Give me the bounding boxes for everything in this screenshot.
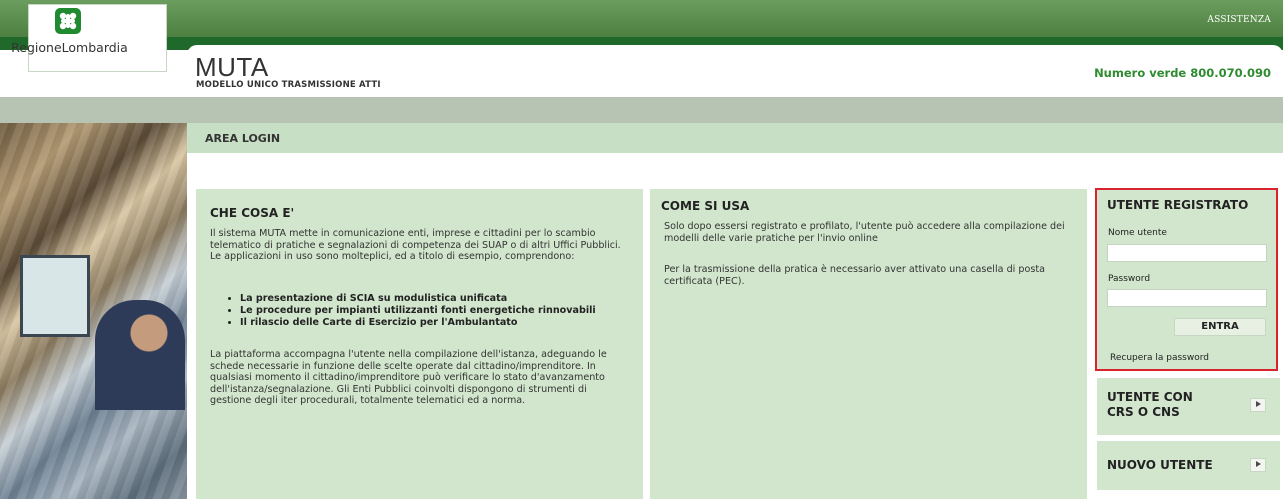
recover-password-link[interactable]: Recupera la password (1110, 353, 1209, 363)
logo-label: RegioneLombardia (11, 40, 128, 55)
area-login-title: AREA LOGIN (205, 132, 281, 145)
login-title: UTENTE REGISTRATO (1107, 198, 1249, 212)
what-is-panel: CHE COSA E' Il sistema MUTA mette in com… (196, 189, 643, 499)
what-is-title: CHE COSA E' (210, 206, 295, 220)
what-is-list: La presentazione di SCIA su modulistica … (226, 293, 650, 329)
username-label: Nome utente (1108, 228, 1167, 238)
phone-number: Numero verde 800.070.090 (1094, 66, 1271, 80)
app-title: MUTA (195, 52, 269, 82)
assistenza-link[interactable]: ASSISTENZA (1207, 15, 1271, 25)
photo-monitor (20, 255, 90, 337)
password-label: Password (1108, 274, 1151, 284)
list-item: Le procedure per impianti utilizzanti fo… (240, 305, 650, 317)
app-subtitle: MODELLO UNICO TRASMISSIONE ATTI (196, 80, 381, 90)
arrow-right-icon (1250, 398, 1266, 412)
list-item: Il rilascio delle Carte di Esercizio per… (240, 317, 650, 329)
nav-band (0, 97, 1283, 123)
how-to-text-2: Per la trasmissione della pratica è nece… (664, 264, 1045, 287)
new-user-label: NUOVO UTENTE (1107, 458, 1213, 472)
what-is-intro: Il sistema MUTA mette in comunicazione e… (210, 228, 621, 262)
how-to-title: COME SI USA (661, 199, 750, 213)
photo-person (95, 300, 185, 410)
login-button[interactable]: ENTRA (1174, 318, 1266, 336)
arrow-right-icon (1250, 458, 1266, 472)
list-item: La presentazione di SCIA su modulistica … (240, 293, 650, 305)
cns-login-label: UTENTE CON CRS O CNS (1107, 390, 1193, 419)
regione-logo-icon (55, 8, 81, 34)
password-input[interactable] (1107, 289, 1267, 307)
username-input[interactable] (1107, 244, 1267, 262)
regione-logo[interactable] (28, 4, 167, 72)
login-box: UTENTE REGISTRATO Nome utente Password E… (1095, 188, 1278, 371)
area-login-bar: AREA LOGIN (187, 123, 1283, 153)
what-is-body: La piattaforma accompagna l'utente nella… (210, 349, 607, 406)
cns-login-button[interactable]: UTENTE CON CRS O CNS (1097, 378, 1280, 435)
how-to-panel: COME SI USA Solo dopo essersi registrato… (650, 189, 1087, 499)
new-user-button[interactable]: NUOVO UTENTE (1097, 441, 1280, 490)
top-bar (0, 0, 1283, 37)
how-to-text-1: Solo dopo essersi registrato e profilato… (664, 221, 1065, 244)
